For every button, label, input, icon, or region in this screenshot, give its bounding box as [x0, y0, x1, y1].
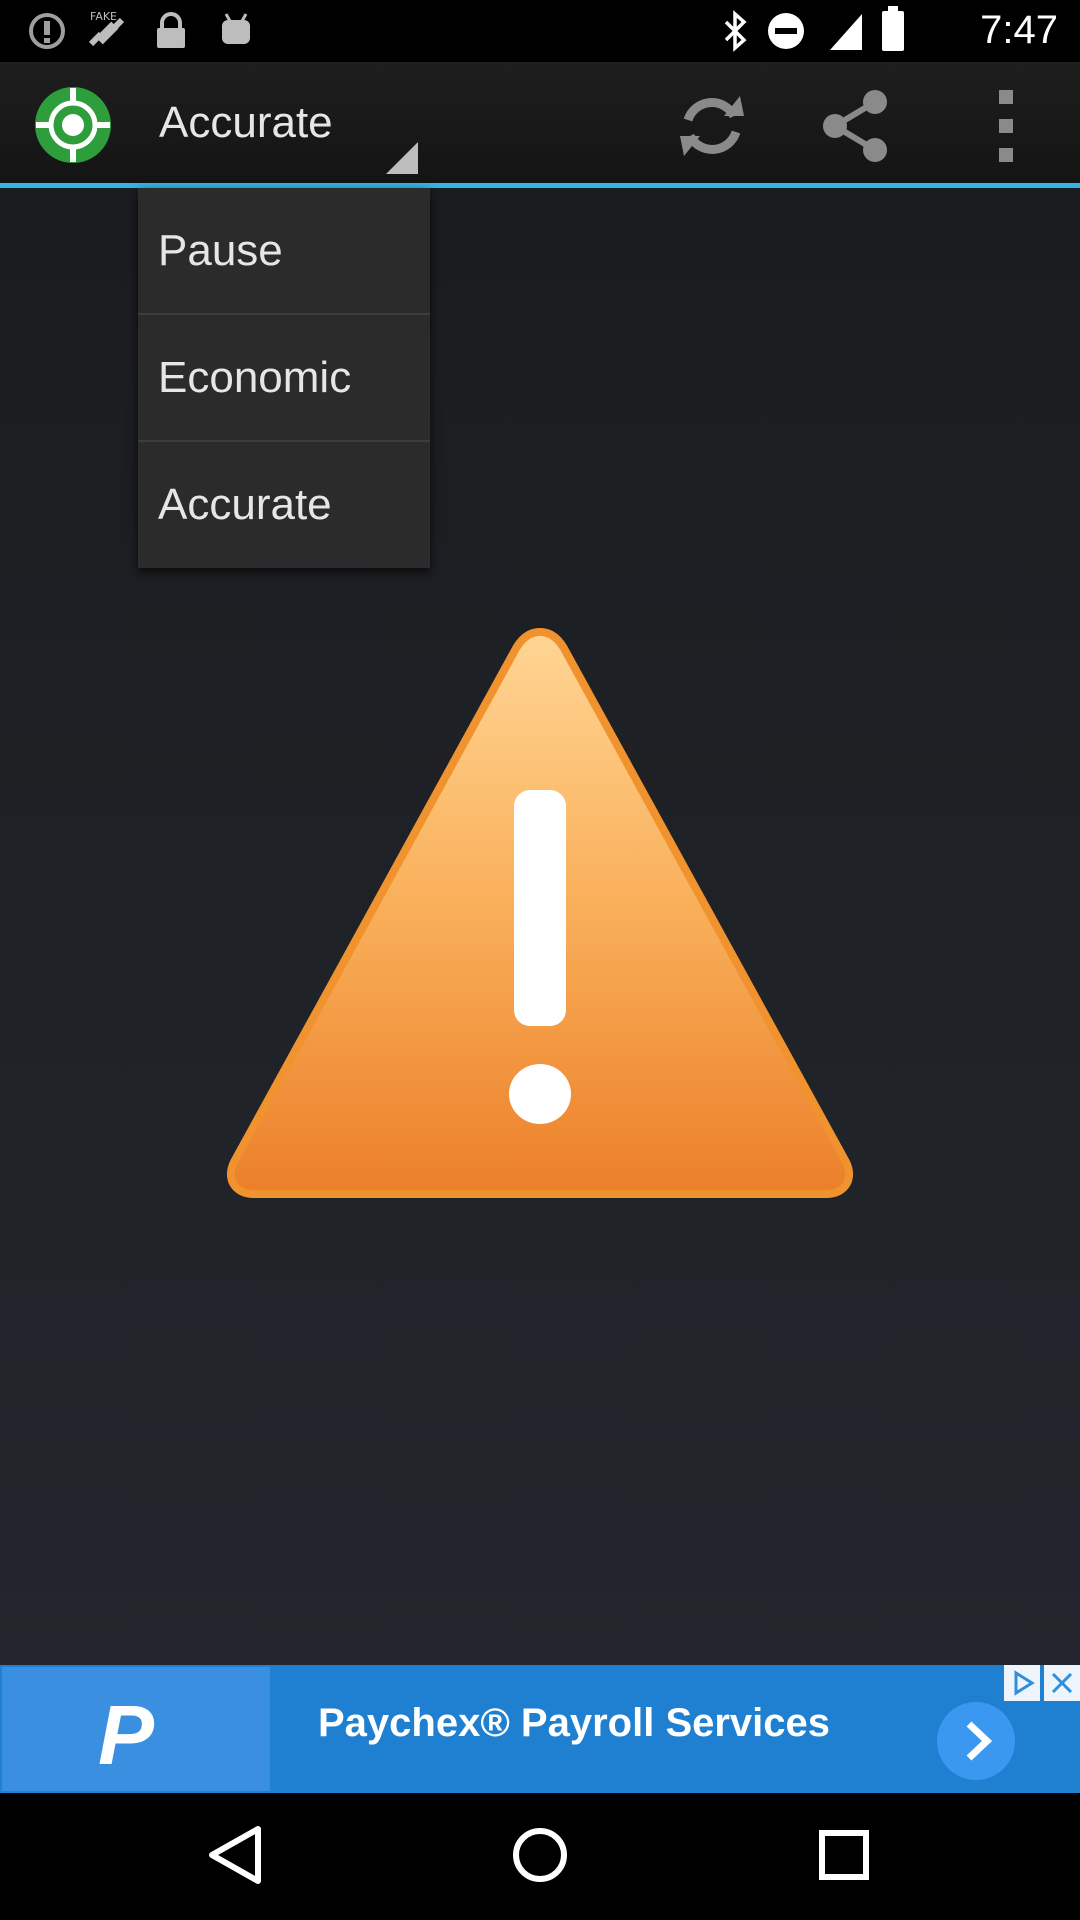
mode-spinner[interactable]: Accurate: [140, 62, 430, 184]
mode-dropdown-menu: Pause Economic Accurate: [138, 188, 430, 568]
recents-icon[interactable]: [804, 1815, 884, 1895]
do-not-disturb-icon: [768, 13, 804, 49]
warning-triangle-icon: [226, 627, 854, 1198]
cellular-signal-icon: [830, 14, 862, 50]
dropdown-item-label: Pause: [158, 226, 283, 275]
share-icon[interactable]: [815, 86, 895, 166]
bluetooth-icon: [724, 10, 747, 52]
navigation-bar: [0, 1793, 1080, 1920]
dropdown-item-label: Economic: [158, 353, 352, 402]
spinner-label: Accurate: [159, 98, 333, 147]
status-time: 7:47: [980, 8, 1058, 52]
refresh-icon[interactable]: [672, 86, 752, 166]
ad-logo-box: P: [2, 1667, 270, 1791]
battery-icon: [882, 6, 904, 51]
dropdown-item-label: Accurate: [158, 480, 332, 529]
ad-chevron-right-icon[interactable]: [937, 1702, 1015, 1780]
spinner-arrow-icon: [386, 142, 418, 174]
overflow-menu-icon[interactable]: [966, 86, 1046, 166]
ad-banner[interactable]: P Paychex® Payroll Services: [0, 1665, 1080, 1793]
dropdown-item-pause[interactable]: Pause: [138, 188, 430, 315]
ad-logo: P: [98, 1688, 155, 1782]
gps-target-icon[interactable]: [34, 86, 112, 164]
ad-text: Paychex® Payroll Services: [318, 1701, 831, 1745]
status-bar: FAKE 7:47: [0, 0, 1080, 62]
ad-close-icon[interactable]: [1044, 1665, 1080, 1701]
dropdown-item-economic[interactable]: Economic: [138, 315, 430, 442]
back-icon[interactable]: [196, 1815, 276, 1895]
alert-circle-icon: [29, 13, 65, 49]
ad-choices-icon[interactable]: [1004, 1665, 1040, 1701]
fake-gps-satellite-icon: FAKE: [88, 10, 125, 47]
android-icon: [222, 13, 250, 44]
svg-text:FAKE: FAKE: [90, 10, 117, 23]
lock-icon: [157, 12, 185, 48]
dropdown-item-accurate[interactable]: Accurate: [138, 442, 430, 569]
home-icon[interactable]: [500, 1815, 580, 1895]
